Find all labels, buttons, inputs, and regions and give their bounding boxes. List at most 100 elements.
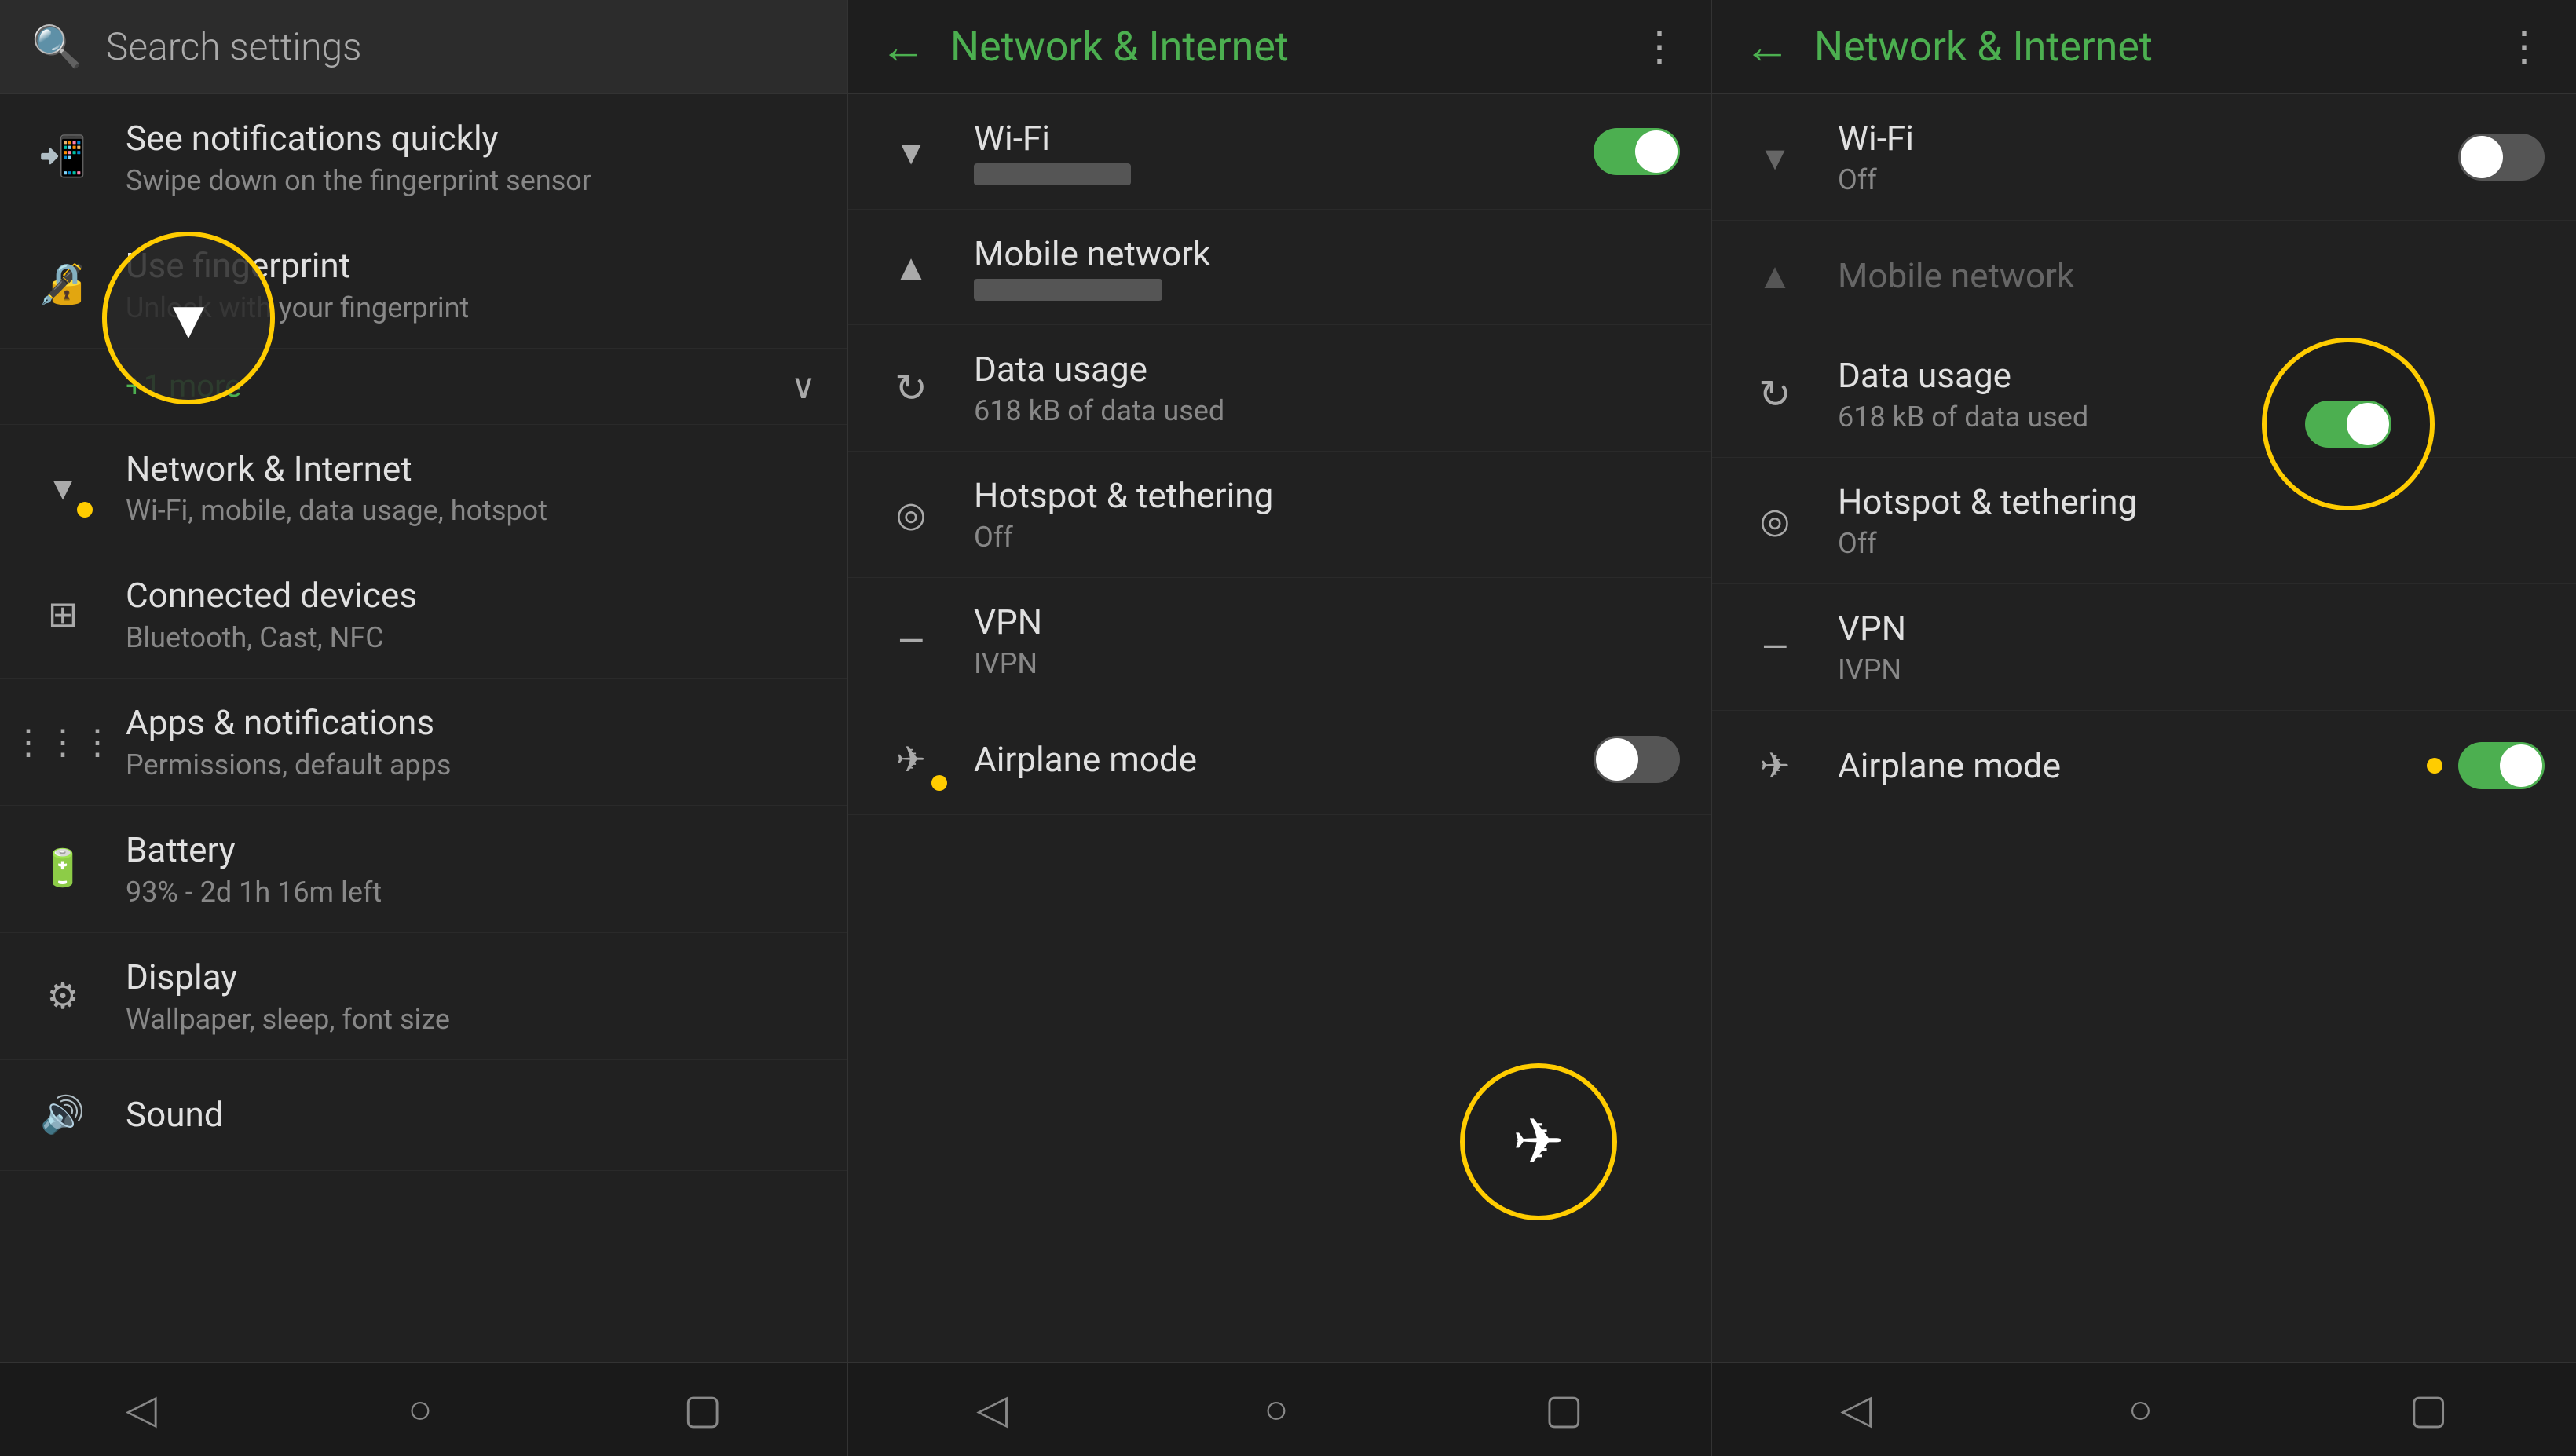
right-hotspot-icon: ◎	[1744, 489, 1806, 552]
right-data-title: Data usage	[1838, 355, 2545, 396]
right-airplane-toggle[interactable]	[2458, 742, 2545, 789]
connected-item[interactable]: ⊞ Connected devices Bluetooth, Cast, NFC	[0, 551, 847, 679]
middle-mobile-item[interactable]: ▲ Mobile network	[848, 210, 1711, 325]
right-mobile-text: Mobile network	[1838, 255, 2545, 296]
apps-item[interactable]: ⋮⋮⋮ Apps & notifications Permissions, de…	[0, 679, 847, 806]
display-item[interactable]: ⚙ Display Wallpaper, sleep, font size	[0, 933, 847, 1060]
middle-data-subtitle: 618 kB of data used	[974, 394, 1680, 427]
right-panel-header: ← Network & Internet ⋮	[1712, 0, 2576, 94]
right-vpn-title: VPN	[1838, 608, 2545, 649]
left-panel: 📲 See notifications quickly Swipe down o…	[0, 94, 848, 1362]
middle-hotspot-item[interactable]: ◎ Hotspot & tethering Off	[848, 452, 1711, 578]
middle-airplane-item[interactable]: ✈ Airplane mode	[848, 704, 1711, 815]
right-data-item[interactable]: ↻ Data usage 618 kB of data used	[1712, 331, 2576, 458]
middle-vpn-text: VPN IVPN	[974, 602, 1680, 680]
right-wifi-toggle[interactable]	[2458, 134, 2545, 181]
middle-data-item[interactable]: ↻ Data usage 618 kB of data used	[848, 325, 1711, 452]
middle-mobile-title: Mobile network	[974, 233, 1680, 274]
right-hotspot-item[interactable]: ◎ Hotspot & tethering Off	[1712, 458, 2576, 584]
middle-hotspot-subtitle: Off	[974, 521, 1680, 554]
wifi-icon: ▾	[31, 456, 94, 519]
apps-title: Apps & notifications	[126, 702, 816, 744]
middle-home-nav[interactable]: ○	[1217, 1370, 1335, 1449]
battery-text: Battery 93% - 2d 1h 16m left	[126, 829, 816, 909]
display-text: Display Wallpaper, sleep, font size	[126, 957, 816, 1036]
right-wifi-text: Wi-Fi Off	[1838, 118, 2458, 196]
connected-text: Connected devices Bluetooth, Cast, NFC	[126, 575, 816, 654]
right-hotspot-title: Hotspot & tethering	[1838, 481, 2545, 522]
notifications-quick-item[interactable]: 📲 See notifications quickly Swipe down o…	[0, 94, 847, 221]
battery-icon: 🔋	[31, 837, 94, 900]
right-vpn-subtitle: IVPN	[1838, 653, 2545, 686]
display-title: Display	[126, 957, 816, 998]
middle-recent-nav[interactable]: ▢	[1498, 1370, 1630, 1449]
middle-data-icon: ↻	[880, 357, 942, 419]
display-subtitle: Wallpaper, sleep, font size	[126, 1003, 816, 1036]
middle-airplane-title: Airplane mode	[974, 739, 1594, 780]
sound-text: Sound	[126, 1094, 816, 1136]
middle-back-button[interactable]: ←	[880, 19, 927, 75]
connected-icon: ⊞	[31, 583, 94, 646]
battery-item[interactable]: 🔋 Battery 93% - 2d 1h 16m left	[0, 806, 847, 933]
hotspot-annotation-circle	[2262, 338, 2435, 510]
middle-back-nav[interactable]: ◁	[929, 1370, 1055, 1449]
battery-title: Battery	[126, 829, 816, 871]
display-icon: ⚙	[31, 964, 94, 1027]
right-airplane-dot	[2427, 758, 2442, 774]
middle-airplane-text: Airplane mode	[974, 739, 1594, 780]
middle-data-title: Data usage	[974, 349, 1680, 390]
right-airplane-item[interactable]: ✈ Airplane mode	[1712, 711, 2576, 821]
middle-airplane-toggle[interactable]	[1594, 736, 1680, 783]
right-recent-nav[interactable]: ▢	[2362, 1370, 2495, 1449]
right-hotspot-text: Hotspot & tethering Off	[1838, 481, 2545, 560]
middle-hotspot-text: Hotspot & tethering Off	[974, 475, 1680, 554]
airplane-annotation-circle: ✈	[1460, 1063, 1617, 1220]
middle-wifi-item[interactable]: ▾ Wi-Fi	[848, 94, 1711, 210]
right-wifi-item[interactable]: ▾ Wi-Fi Off	[1712, 94, 2576, 221]
sound-item[interactable]: 🔊 Sound	[0, 1060, 847, 1171]
right-mobile-icon: ▲	[1744, 244, 1806, 307]
notifications-icon: 📲	[31, 126, 94, 188]
connected-subtitle: Bluetooth, Cast, NFC	[126, 621, 816, 654]
left-recent-nav[interactable]: ▢	[636, 1370, 769, 1449]
right-airplane-text: Airplane mode	[1838, 745, 2427, 786]
right-back-button[interactable]: ←	[1744, 19, 1791, 75]
search-bar[interactable]: 🔍 Search settings	[0, 0, 848, 94]
middle-mobile-subtitle	[974, 279, 1162, 301]
right-more-icon[interactable]: ⋮	[2504, 23, 2545, 71]
notifications-text: See notifications quickly Swipe down on …	[126, 118, 816, 197]
right-back-nav[interactable]: ◁	[1793, 1370, 1919, 1449]
wifi-annotation-circle: ▾	[102, 232, 275, 404]
sound-title: Sound	[126, 1094, 816, 1136]
left-home-nav[interactable]: ○	[360, 1370, 479, 1449]
middle-more-icon[interactable]: ⋮	[1639, 23, 1680, 71]
fingerprint-icon: 🔏	[31, 253, 94, 316]
middle-wifi-toggle[interactable]	[1594, 128, 1680, 175]
middle-vpn-item[interactable]: — VPN IVPN	[848, 578, 1711, 704]
sound-icon: 🔊	[31, 1084, 94, 1147]
middle-wifi-text: Wi-Fi	[974, 118, 1594, 185]
middle-wifi-title: Wi-Fi	[974, 118, 1594, 159]
right-data-text: Data usage 618 kB of data used	[1838, 355, 2545, 434]
middle-hotspot-title: Hotspot & tethering	[974, 475, 1680, 516]
right-home-nav[interactable]: ○	[2081, 1370, 2200, 1449]
right-nav-section: ◁ ○ ▢	[1712, 1363, 2576, 1456]
search-icon: 🔍	[31, 23, 82, 71]
middle-vpn-icon: —	[880, 609, 942, 672]
right-panel-title: Network & Internet	[1814, 23, 2504, 71]
right-vpn-icon: —	[1744, 616, 1806, 679]
network-item[interactable]: ▾ Network & Internet Wi-Fi, mobile, data…	[0, 425, 847, 552]
right-vpn-text: VPN IVPN	[1838, 608, 2545, 686]
search-placeholder: Search settings	[106, 24, 362, 69]
right-wifi-icon: ▾	[1744, 126, 1806, 188]
middle-data-text: Data usage 618 kB of data used	[974, 349, 1680, 427]
network-title: Network & Internet	[126, 448, 816, 490]
right-data-icon: ↻	[1744, 363, 1806, 426]
network-subtitle: Wi-Fi, mobile, data usage, hotspot	[126, 494, 816, 527]
middle-wifi-icon: ▾	[880, 120, 942, 183]
middle-nav-section: ◁ ○ ▢	[848, 1363, 1712, 1456]
right-airplane-title: Airplane mode	[1838, 745, 2427, 786]
right-mobile-item[interactable]: ▲ Mobile network	[1712, 221, 2576, 331]
left-back-nav[interactable]: ◁	[79, 1370, 204, 1449]
right-vpn-item[interactable]: — VPN IVPN	[1712, 584, 2576, 711]
